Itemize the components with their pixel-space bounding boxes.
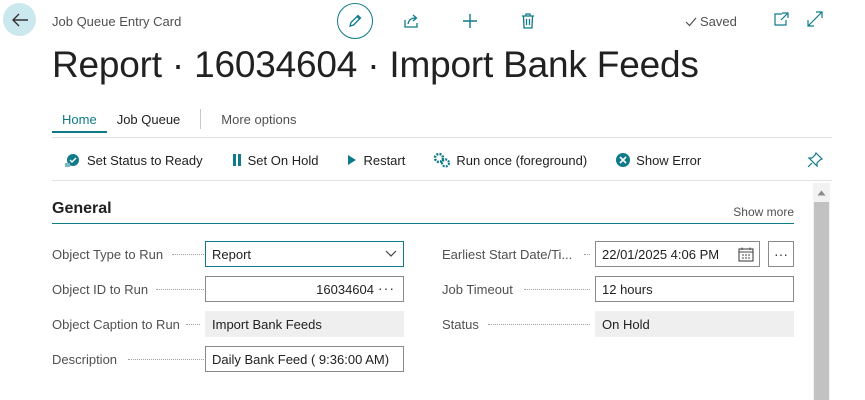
back-button[interactable] bbox=[3, 3, 36, 36]
label-leader bbox=[584, 254, 590, 255]
share-button[interactable] bbox=[400, 10, 424, 32]
scrollbar-thumb[interactable] bbox=[814, 202, 829, 400]
job-timeout-field: Job Timeout 12 hours bbox=[442, 276, 794, 302]
label-leader bbox=[488, 324, 590, 325]
description-field: Description Daily Bank Feed ( 9:36:00 AM… bbox=[52, 346, 404, 372]
status-label: Status bbox=[442, 316, 479, 332]
play-icon bbox=[348, 155, 357, 165]
restart-button[interactable]: Restart bbox=[346, 153, 405, 168]
arrow-left-icon bbox=[11, 13, 28, 26]
object-caption-label: Object Caption to Run bbox=[52, 316, 180, 332]
object-caption-value-box: Import Bank Feeds bbox=[205, 311, 404, 337]
header-actions bbox=[337, 3, 534, 39]
earliest-start-more-button[interactable]: ··· bbox=[768, 241, 794, 267]
earliest-start-value: 22/01/2025 4:06 PM bbox=[602, 246, 720, 262]
object-caption-value: Import Bank Feeds bbox=[212, 316, 322, 332]
lookup-ellipsis-icon[interactable]: ··· bbox=[378, 280, 395, 296]
show-error-label: Show Error bbox=[636, 152, 702, 168]
tab-home[interactable]: Home bbox=[52, 104, 107, 133]
expand-icon bbox=[807, 11, 823, 27]
set-status-ready-label: Set Status to Ready bbox=[87, 152, 203, 168]
checkmark-icon bbox=[685, 17, 697, 26]
job-timeout-value: 12 hours bbox=[602, 281, 653, 297]
set-on-hold-button[interactable]: Set On Hold bbox=[231, 152, 319, 168]
restart-label: Restart bbox=[363, 152, 406, 168]
action-tabs: Home Job Queue More options bbox=[52, 104, 306, 134]
section-title[interactable]: General bbox=[52, 200, 794, 218]
description-label: Description bbox=[52, 351, 118, 367]
earliest-start-label: Earliest Start Date/Ti... bbox=[442, 246, 573, 262]
scroll-up-arrow[interactable] bbox=[813, 186, 830, 200]
status-field: Status On Hold bbox=[442, 311, 794, 337]
description-value: Daily Bank Feed ( 9:36:00 AM) bbox=[212, 351, 390, 367]
gears-icon bbox=[434, 152, 451, 168]
run-once-button[interactable]: Run once (foreground) bbox=[433, 152, 587, 168]
pin-icon bbox=[807, 152, 823, 168]
set-status-ready-button[interactable]: Set Status to Ready bbox=[64, 152, 203, 168]
object-id-input[interactable]: 16034604 ··· bbox=[205, 276, 404, 302]
object-type-label: Object Type to Run bbox=[52, 246, 164, 262]
set-on-hold-label: Set On Hold bbox=[247, 152, 319, 168]
earliest-start-input[interactable]: 22/01/2025 4:06 PM bbox=[595, 241, 760, 267]
object-type-select[interactable]: Report bbox=[205, 241, 404, 267]
tab-separator bbox=[200, 109, 202, 129]
object-caption-field: Object Caption to Run Import Bank Feeds bbox=[52, 311, 404, 337]
job-timeout-input[interactable]: 12 hours bbox=[595, 276, 794, 302]
plus-icon bbox=[463, 14, 477, 28]
description-input[interactable]: Daily Bank Feed ( 9:36:00 AM) bbox=[205, 346, 404, 372]
label-leader bbox=[524, 289, 590, 290]
object-type-value: Report bbox=[212, 246, 252, 262]
pencil-icon bbox=[349, 14, 362, 27]
label-leader bbox=[186, 324, 200, 325]
edit-button[interactable] bbox=[337, 3, 373, 39]
page-title: Report · 16034604 · Import Bank Feeds bbox=[52, 44, 699, 85]
earliest-start-field: Earliest Start Date/Ti... 22/01/2025 4:0… bbox=[442, 241, 794, 267]
delete-button[interactable] bbox=[516, 10, 540, 32]
tab-more-options[interactable]: More options bbox=[211, 104, 306, 133]
trash-icon bbox=[522, 13, 534, 29]
popout-icon bbox=[774, 12, 789, 26]
show-error-button[interactable]: Show Error bbox=[615, 152, 701, 168]
status-value: On Hold bbox=[602, 316, 650, 332]
object-id-label: Object ID to Run bbox=[52, 281, 149, 297]
error-icon bbox=[616, 153, 631, 167]
vertical-scrollbar[interactable] bbox=[813, 183, 830, 400]
run-once-label: Run once (foreground) bbox=[456, 152, 588, 168]
job-timeout-label: Job Timeout bbox=[442, 281, 513, 297]
tab-job-queue[interactable]: Job Queue bbox=[107, 104, 191, 133]
action-bar: Set Status to Ready Set On Hold Restart … bbox=[52, 142, 729, 178]
expand-button[interactable] bbox=[806, 10, 824, 28]
page-caption: Job Queue Entry Card bbox=[52, 14, 182, 29]
general-section-header: General Show more bbox=[52, 200, 794, 224]
share-icon bbox=[404, 14, 418, 28]
chevron-down-icon bbox=[385, 250, 397, 257]
object-id-field: Object ID to Run 16034604 ··· bbox=[52, 276, 404, 302]
show-more-link[interactable]: Show more bbox=[733, 205, 794, 219]
saved-label: Saved bbox=[700, 14, 737, 29]
calendar-icon[interactable] bbox=[738, 247, 754, 262]
open-in-new-window-button[interactable] bbox=[772, 10, 790, 28]
status-ready-icon bbox=[65, 154, 79, 167]
divider bbox=[52, 137, 832, 138]
pause-icon bbox=[232, 154, 241, 166]
pin-action-bar-button[interactable] bbox=[806, 151, 824, 169]
new-button[interactable] bbox=[458, 10, 482, 32]
object-id-value: 16034604 bbox=[316, 281, 374, 297]
status-value-box: On Hold bbox=[595, 311, 794, 337]
divider bbox=[52, 180, 832, 181]
triangle-up-icon bbox=[817, 190, 826, 196]
save-status: Saved bbox=[685, 14, 737, 29]
object-type-field: Object Type to Run Report bbox=[52, 241, 404, 267]
